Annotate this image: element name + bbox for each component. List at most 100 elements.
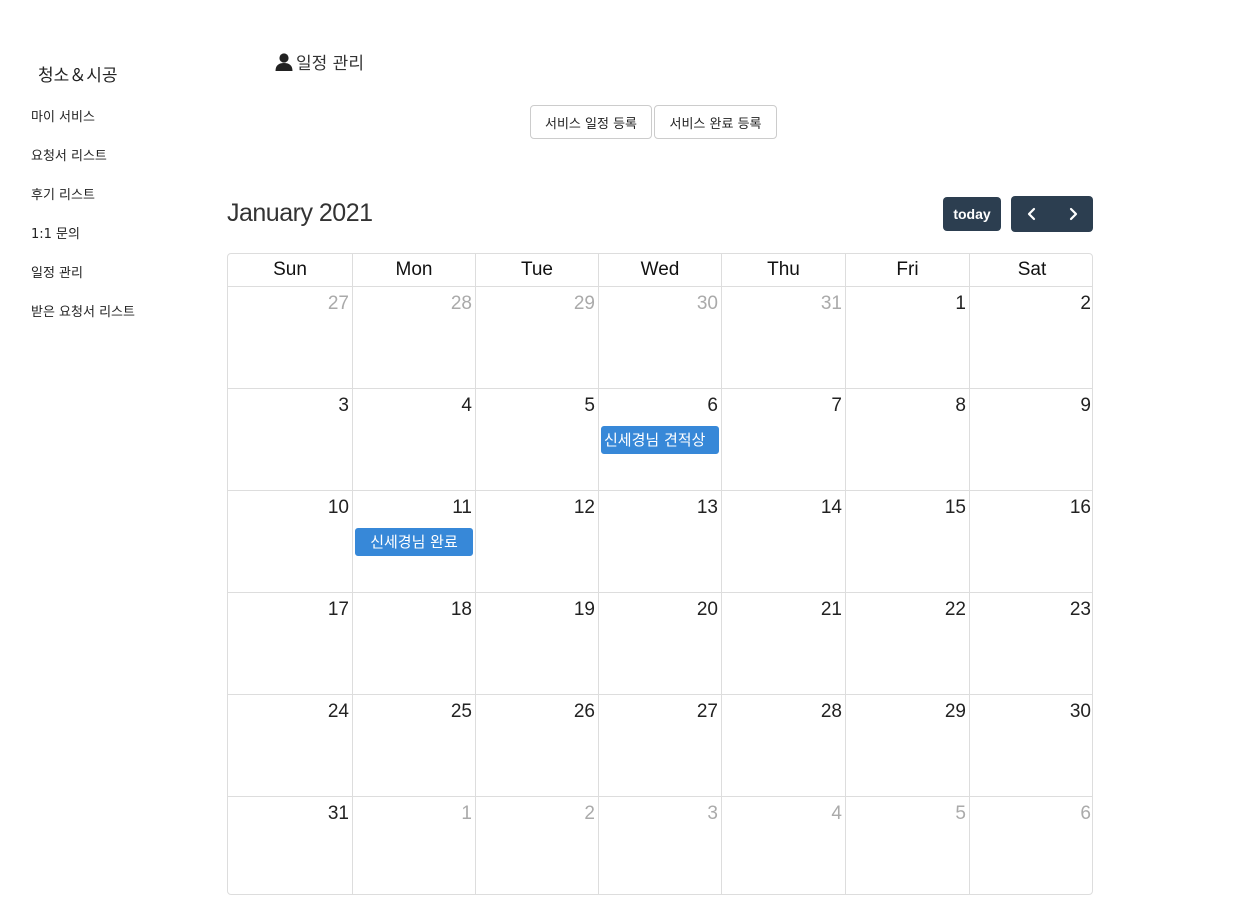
day-cell[interactable]: 18 <box>353 593 476 694</box>
sidebar-item-request-list[interactable]: 요청서 리스트 <box>31 148 135 187</box>
day-cell[interactable]: 7 <box>722 389 846 490</box>
page-title-text: 일정 관리 <box>296 54 364 74</box>
day-number: 4 <box>831 803 842 824</box>
day-cell[interactable]: 1 <box>846 287 970 388</box>
day-cell[interactable]: 6 <box>970 797 1094 894</box>
day-number: 18 <box>450 599 472 620</box>
day-cell[interactable]: 14 <box>722 491 846 592</box>
day-cell[interactable]: 9 <box>970 389 1094 490</box>
day-number: 13 <box>696 497 718 518</box>
day-cell[interactable]: 25 <box>353 695 476 796</box>
day-cell[interactable]: 2 <box>476 797 599 894</box>
day-number: 4 <box>461 395 472 416</box>
sidebar-item-received-requests[interactable]: 받은 요청서 리스트 <box>31 304 135 343</box>
day-number: 24 <box>327 701 349 722</box>
calendar-week: 10 11 신세경님 완료 12 13 14 15 16 <box>228 491 1092 593</box>
day-cell[interactable]: 28 <box>722 695 846 796</box>
calendar-event[interactable]: 신세경님 완료 <box>355 528 473 556</box>
day-cell[interactable]: 5 <box>846 797 970 894</box>
weekday-header: Sun Mon Tue Wed Thu Fri Sat <box>228 254 1092 287</box>
calendar-week: 17 18 19 20 21 22 23 <box>228 593 1092 695</box>
sidebar-item-review-list[interactable]: 후기 리스트 <box>31 187 135 226</box>
day-number: 11 <box>452 497 472 518</box>
weekday-sat: Sat <box>1017 259 1047 280</box>
day-cell[interactable]: 20 <box>599 593 722 694</box>
sidebar-item-my-service[interactable]: 마이 서비스 <box>31 109 135 148</box>
day-number: 30 <box>696 293 718 314</box>
weekday-tue: Tue <box>476 254 599 286</box>
register-schedule-button[interactable]: 서비스 일정 등록 <box>530 105 652 139</box>
day-number: 9 <box>1080 395 1091 416</box>
next-month-button[interactable] <box>1052 196 1093 232</box>
day-number: 29 <box>944 701 966 722</box>
brand-title: 청소＆시공 <box>38 66 118 86</box>
day-number: 25 <box>450 701 472 722</box>
calendar-week: 31 1 2 3 4 5 6 <box>228 797 1092 894</box>
day-cell[interactable]: 28 <box>353 287 476 388</box>
day-cell[interactable]: 30 <box>599 287 722 388</box>
day-number: 7 <box>831 395 842 416</box>
day-cell[interactable]: 4 <box>722 797 846 894</box>
day-cell[interactable]: 31 <box>228 797 353 894</box>
day-cell[interactable]: 4 <box>353 389 476 490</box>
day-number: 26 <box>573 701 595 722</box>
day-cell[interactable]: 22 <box>846 593 970 694</box>
day-number: 31 <box>820 293 842 314</box>
day-cell[interactable]: 30 <box>970 695 1094 796</box>
chevron-right-icon <box>1069 207 1077 221</box>
day-cell[interactable]: 3 <box>599 797 722 894</box>
today-button[interactable]: today <box>943 197 1001 231</box>
day-cell[interactable]: 15 <box>846 491 970 592</box>
day-cell[interactable]: 13 <box>599 491 722 592</box>
calendar-event[interactable]: 신세경님 견적상 <box>601 426 719 454</box>
day-cell[interactable]: 16 <box>970 491 1094 592</box>
chevron-left-icon <box>1027 207 1035 221</box>
day-number: 8 <box>955 395 966 416</box>
register-complete-button[interactable]: 서비스 완료 등록 <box>654 105 777 139</box>
day-number: 2 <box>1080 293 1091 314</box>
day-number: 3 <box>338 395 349 416</box>
day-cell[interactable]: 5 <box>476 389 599 490</box>
sidebar-item-schedule[interactable]: 일정 관리 <box>31 265 135 304</box>
day-cell[interactable]: 29 <box>476 287 599 388</box>
day-number: 2 <box>584 803 595 824</box>
day-cell[interactable]: 17 <box>228 593 353 694</box>
day-cell[interactable]: 3 <box>228 389 353 490</box>
day-cell[interactable]: 31 <box>722 287 846 388</box>
day-number: 30 <box>1069 701 1091 722</box>
day-number: 20 <box>696 599 718 620</box>
calendar-week: 27 28 29 30 31 1 2 <box>228 287 1092 389</box>
day-cell[interactable]: 8 <box>846 389 970 490</box>
day-number: 27 <box>696 701 718 722</box>
day-cell[interactable]: 1 <box>353 797 476 894</box>
day-cell[interactable]: 26 <box>476 695 599 796</box>
weekday-thu: Thu <box>722 254 846 286</box>
weekday-fri: Fri <box>846 254 970 286</box>
day-cell[interactable]: 19 <box>476 593 599 694</box>
weekday-mon: Mon <box>353 254 476 286</box>
day-cell[interactable]: 11 신세경님 완료 <box>353 491 476 592</box>
day-cell[interactable]: 23 <box>970 593 1094 694</box>
day-cell[interactable]: 27 <box>599 695 722 796</box>
day-number: 17 <box>327 599 349 620</box>
day-cell[interactable]: 10 <box>228 491 353 592</box>
calendar-title: January 2021 <box>227 199 373 227</box>
prev-month-button[interactable] <box>1011 196 1052 232</box>
weekday-sun: Sun <box>228 254 353 286</box>
day-number: 14 <box>820 497 842 518</box>
day-number: 5 <box>955 803 966 824</box>
day-cell[interactable]: 12 <box>476 491 599 592</box>
day-cell[interactable]: 29 <box>846 695 970 796</box>
day-cell[interactable]: 24 <box>228 695 353 796</box>
day-cell[interactable]: 2 <box>970 287 1094 388</box>
calendar-nav <box>1011 196 1093 232</box>
day-cell[interactable]: 6 신세경님 견적상 <box>599 389 722 490</box>
sidebar-menu: 마이 서비스 요청서 리스트 후기 리스트 1:1 문의 일정 관리 받은 요청… <box>31 109 135 343</box>
page-title: 일정 관리 <box>274 49 364 74</box>
day-cell[interactable]: 27 <box>228 287 353 388</box>
day-number: 31 <box>327 803 349 824</box>
day-cell[interactable]: 21 <box>722 593 846 694</box>
user-icon <box>275 52 293 71</box>
action-buttons: 서비스 일정 등록 서비스 완료 등록 <box>530 105 777 139</box>
sidebar-item-inquiry[interactable]: 1:1 문의 <box>31 226 135 265</box>
